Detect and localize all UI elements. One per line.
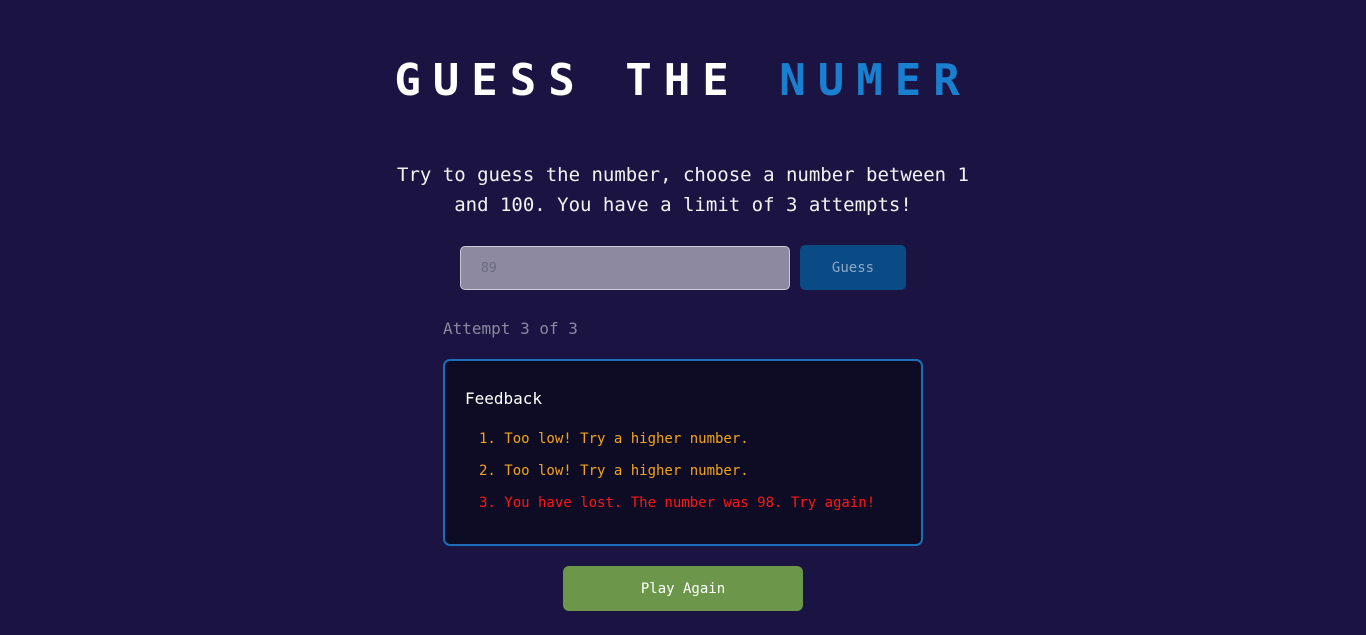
feedback-item: 2. Too low! Try a higher number. (479, 463, 749, 479)
feedback-item: 1. Too low! Try a higher number. (479, 431, 749, 447)
guess-button[interactable]: Guess (800, 245, 906, 290)
feedback-list: 1. Too low! Try a higher number. 2. Too … (479, 429, 875, 525)
title-part-blue: NUMER (779, 55, 972, 106)
feedback-title: Feedback (465, 389, 543, 408)
page-title: GUESS THE NUMER (0, 56, 1366, 106)
play-again-button[interactable]: Play Again (563, 566, 803, 611)
attempt-counter: Attempt 3 of 3 (443, 319, 578, 338)
feedback-item-lost: 3. You have lost. The number was 98. Try… (479, 495, 876, 511)
game-page: GUESS THE NUMER Try to guess the number,… (0, 0, 1366, 635)
title-part-white: GUESS THE (394, 55, 741, 106)
guess-input[interactable] (460, 246, 790, 290)
instructions-text: Try to guess the number, choose a number… (397, 164, 969, 216)
feedback-panel: Feedback 1. Too low! Try a higher number… (443, 359, 923, 546)
